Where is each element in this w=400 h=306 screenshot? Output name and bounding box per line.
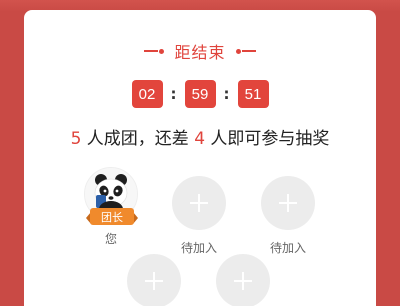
status-text-part1: 人成团，还差 [81,129,195,149]
countdown-header: 距结束 [24,40,376,62]
member-leader[interactable]: 团长 您 [81,167,141,247]
remaining-count: 4 [194,129,206,149]
empty-avatar-slot [216,254,270,306]
timer-hours: 02 [131,80,163,108]
timer-minutes: 59 [184,80,216,108]
member-label: 您 [104,232,117,246]
countdown-timer: 02 : 59 : 51 [24,78,376,110]
members-count: 5 [70,129,82,149]
member-slot-empty[interactable]: 待加入 [258,176,318,256]
empty-avatar-slot [261,176,315,230]
member-slot-empty[interactable]: 待加入 [169,176,229,256]
status-text-part2: 人即可参与抽奖 [205,129,330,149]
leader-badge: 团长 [90,208,134,225]
timer-separator: : [223,85,230,103]
timer-seconds: 51 [237,80,269,108]
member-slot-empty[interactable] [124,254,184,306]
empty-avatar-slot [172,176,226,230]
timer-separator: : [170,85,177,103]
group-status-text: 5 人成团，还差 4 人即可参与抽奖 [24,124,376,149]
member-slot-empty[interactable] [213,254,273,306]
right-decoration-icon [235,48,256,54]
group-buy-card: 距结束 02 : 59 : 51 5 人成团，还差 4 人即可参与抽奖 团长 您… [24,10,376,306]
empty-avatar-slot [127,254,181,306]
countdown-title: 距结束 [174,43,226,62]
left-decoration-icon [144,48,165,54]
avatar: 团长 [84,167,138,225]
